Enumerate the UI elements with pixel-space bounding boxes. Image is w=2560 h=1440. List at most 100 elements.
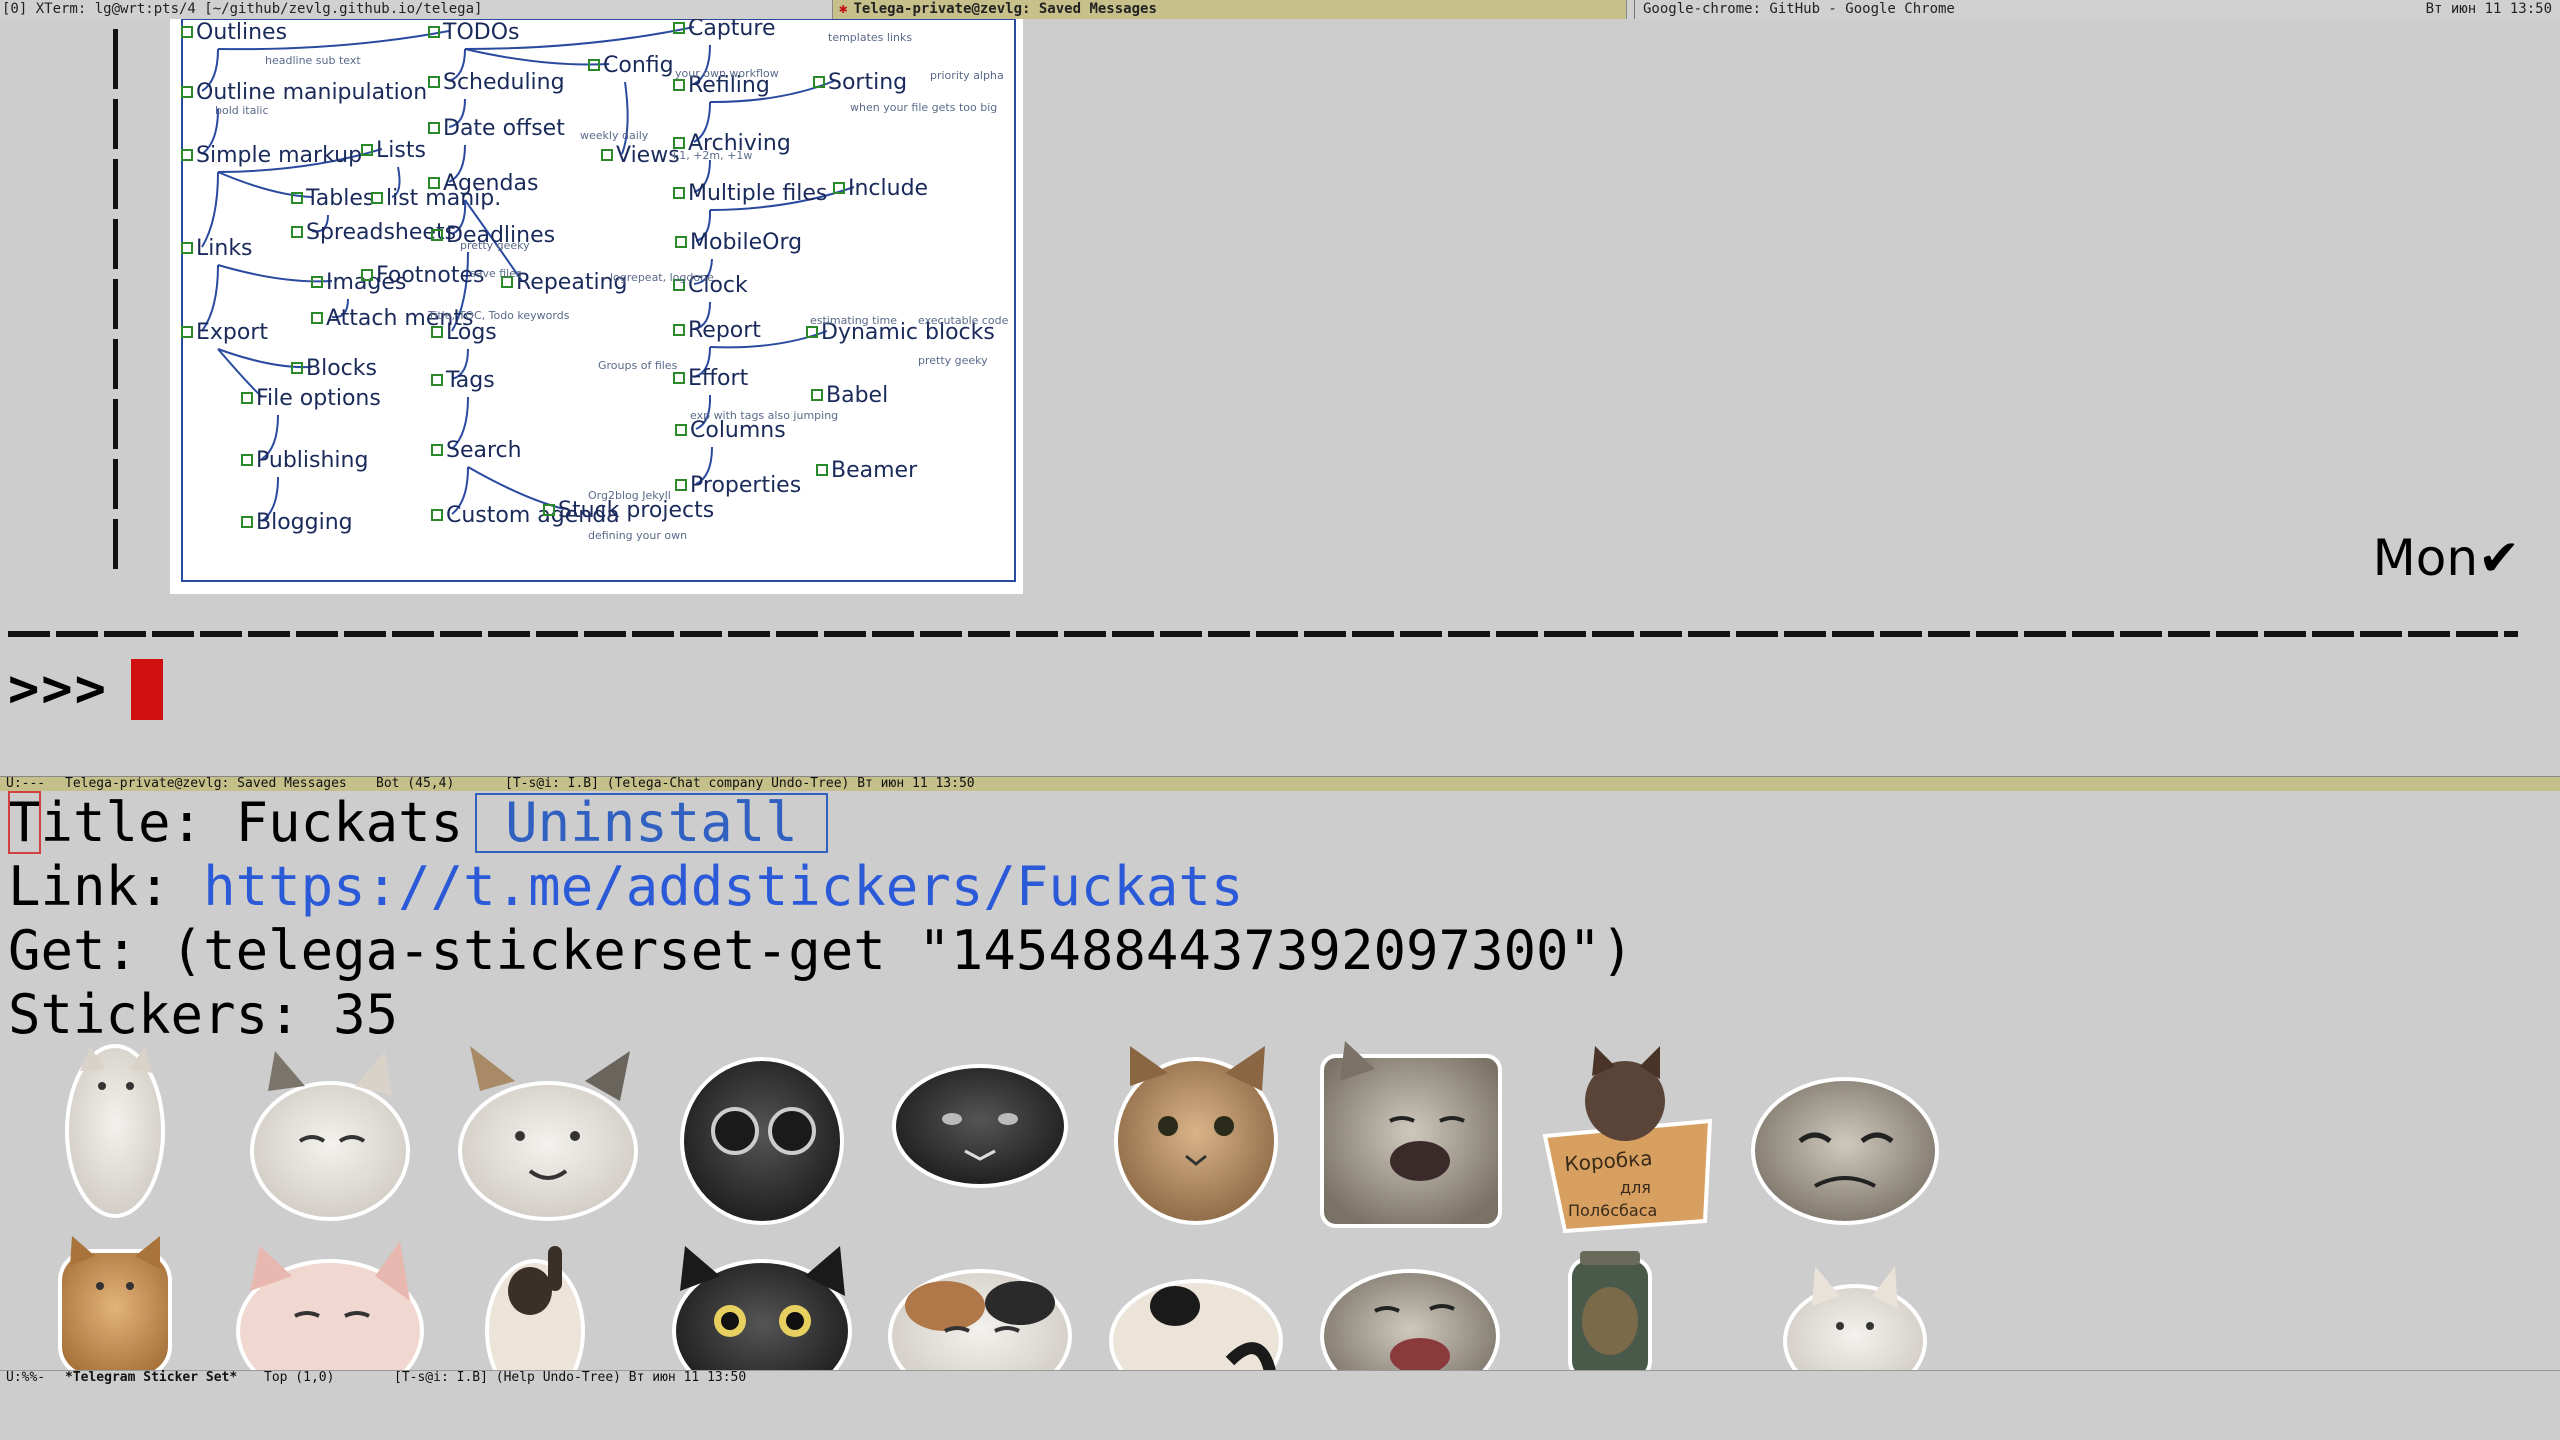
modeline-modes[interactable]: [T-s@i: I.B] (Help Undo-Tree) Вт июн 11 … [394, 1371, 746, 1385]
org-mode-mindmap-image[interactable]: Outlines TODOs Capture Config Outline manipu… [170, 19, 1023, 594]
chat-input-prompt: >>> [8, 659, 108, 719]
sticker-white-cat-loaf[interactable] [1783, 1266, 1927, 1370]
sticker-muscular-ginger-cat[interactable] [58, 1236, 172, 1370]
mindmap-note: Title, TOC, Todo keywords [427, 309, 570, 322]
quote-bar [113, 219, 118, 269]
quote-bar [113, 279, 118, 329]
mindmap-node-label: Logs [446, 320, 497, 345]
weekday-text: Mon [2372, 529, 2479, 587]
modeline-state: U:--- [6, 776, 46, 791]
input-separator [8, 631, 2518, 637]
sticker-tabby-cat-face[interactable] [1114, 1046, 1278, 1225]
mindmap-note: when your file gets too big [850, 101, 997, 114]
stickerset-link-line: Link: https://t.me/addstickers/Fuckats [8, 855, 1243, 919]
modeline-position: Bot (45,4) [376, 776, 455, 791]
taskbar-window-telega-label: Telega-private@zevlg: Saved Messages [853, 1, 1157, 17]
mindmap-node-label: Export [196, 320, 268, 345]
mindmap-node-label: File options [256, 386, 381, 411]
mindmap-node-label: Include [848, 176, 928, 201]
modeline-state: U:%%- [6, 1370, 46, 1385]
sticker-pink-cat-closeup[interactable] [236, 1241, 424, 1370]
mindmap-node-label: TODOs [442, 20, 519, 45]
modeline-chat: U:--- Telega-private@zevlg: Saved Messag… [0, 776, 2560, 791]
chat-buffer[interactable]: Outlines TODOs Capture Config Outline manipu… [0, 19, 2560, 776]
mindmap-node-label: Blocks [306, 356, 377, 381]
mindmap-note: your own workflow [675, 67, 779, 80]
sticker-count: 35 [333, 983, 399, 1046]
mindmap-node-label: Publishing [256, 448, 368, 473]
taskbar-window-telega[interactable]: ✱ Telega-private@zevlg: Saved Messages [832, 0, 1627, 19]
sticker-cat-sitting-pose[interactable] [1109, 1279, 1283, 1370]
mindmap-node-label: Date offset [443, 116, 565, 141]
sticker-calico-cat-squint[interactable] [888, 1269, 1072, 1370]
mindmap-node-label: Search [446, 438, 522, 463]
sticker-cat-in-box[interactable]: Коробка для Пол6сбаса [1542, 1046, 1713, 1234]
mindmap-note: headline sub text [265, 54, 361, 67]
mindmap-node-label: Beamer [831, 458, 918, 483]
modeline-position: Top (1,0) [264, 1370, 335, 1385]
mindmap-note: logrepeat, logdone [610, 271, 714, 284]
taskbar-window-xterm[interactable]: [0] XTerm: lg@wrt:pts/4 [~/github/zevlg.… [2, 0, 482, 19]
sticker-calico-cat-smiling[interactable] [458, 1046, 638, 1221]
sticker-yelling-cat[interactable] [1320, 1041, 1502, 1228]
modified-icon: ✱ [839, 1, 848, 17]
mindmap-node-label: MobileOrg [690, 230, 802, 255]
mindmap-note: defining your own [588, 529, 687, 542]
minibuffer[interactable] [0, 1385, 2560, 1440]
sticker-count-label: Stickers: [8, 983, 301, 1046]
mindmap-node-label: Links [196, 236, 253, 261]
checkmark-icon: ✔ [2478, 529, 2520, 587]
mindmap-node-label: Properties [690, 473, 801, 498]
sticker-cat-in-jar[interactable] [1568, 1251, 1652, 1370]
mindmap-node-label: Lists [376, 138, 426, 163]
stickerset-buffer[interactable]: Title: Fuckats Uninstall Link: https://t.… [0, 791, 2560, 1370]
mindmap-note: pretty geeky [918, 354, 988, 367]
sticker-grumpy-round-cat[interactable] [1751, 1077, 1939, 1225]
mindmap-node-label: Simple markup [196, 143, 362, 168]
uninstall-button[interactable]: Uninstall [475, 793, 828, 853]
sticker-hissing-cat[interactable] [1320, 1269, 1500, 1370]
sticker-white-cat-standing[interactable] [65, 1044, 165, 1218]
mindmap-note: executable code [918, 314, 1009, 327]
sticker-grid: Коробка для Пол6сбаса [58, 1041, 1939, 1370]
sticker-count-line: Stickers: 35 [8, 983, 398, 1047]
mindmap-node-label: Footnotes [376, 263, 484, 288]
mindmap-node-label: Outlines [196, 20, 287, 45]
sticker-siamese-cat-dancing[interactable] [485, 1246, 585, 1370]
modeline-buffer-name[interactable]: *Telegram Sticker Set* [65, 1371, 237, 1385]
mindmap-note: weekly daily [580, 129, 649, 142]
title-label: itle: [40, 791, 236, 854]
mindmap-node-label: Multiple files [688, 181, 827, 206]
mindmap-note: bold italic [215, 104, 269, 117]
box-text-3: Пол6сбаса [1568, 1201, 1657, 1220]
modeline-modes[interactable]: [T-s@i: I.B] (Telega-Chat company Undo-T… [505, 777, 975, 791]
mindmap-node-label: Spreadsheets [306, 220, 456, 245]
mindmap-node-label: Babel [826, 383, 888, 408]
quote-bar [113, 519, 118, 569]
taskbar-window-chrome[interactable]: Google-chrome: GitHub - Google Chrome [1634, 0, 1955, 19]
sticker-startled-black-cat[interactable] [672, 1246, 852, 1370]
mindmap-node-label: Tables [305, 186, 374, 211]
quote-bar [113, 339, 118, 389]
mindmap-note: Org2blog Jekyll [588, 489, 671, 502]
sticker-black-cat-face[interactable] [892, 1064, 1068, 1188]
quote-bar [113, 459, 118, 509]
modeline-buffer-name[interactable]: Telega-private@zevlg: Saved Messages [65, 777, 347, 791]
quote-bar [113, 99, 118, 149]
modeline-stickerset: U:%%- *Telegram Sticker Set* Top (1,0) [… [0, 1370, 2560, 1385]
stickerset-link[interactable]: https://t.me/addstickers/Fuckats [203, 855, 1243, 918]
mindmap-note: priority alpha [930, 69, 1004, 82]
mindmap-node-label: Agendas [443, 171, 538, 196]
mindmap-node-label: Scheduling [443, 70, 565, 95]
mindmap-node-label: Sorting [828, 70, 907, 95]
mindmap-note: +1, +2m, +1w [670, 149, 752, 162]
text-cursor[interactable] [131, 659, 163, 720]
link-label: Link: [8, 855, 171, 918]
sticker-squinting-white-cat[interactable] [250, 1051, 410, 1221]
mindmap-node-label: Outline manipulation [196, 80, 427, 105]
mindmap-node-label: Capture [688, 19, 775, 41]
mindmap-note: pretty geeky [460, 239, 530, 252]
taskbar-clock: Вт июн 11 13:50 [2425, 1, 2552, 17]
sticker-blurry-black-cat[interactable] [680, 1057, 844, 1225]
taskbar: [0] XTerm: lg@wrt:pts/4 [~/github/zevlg.… [0, 0, 2560, 19]
